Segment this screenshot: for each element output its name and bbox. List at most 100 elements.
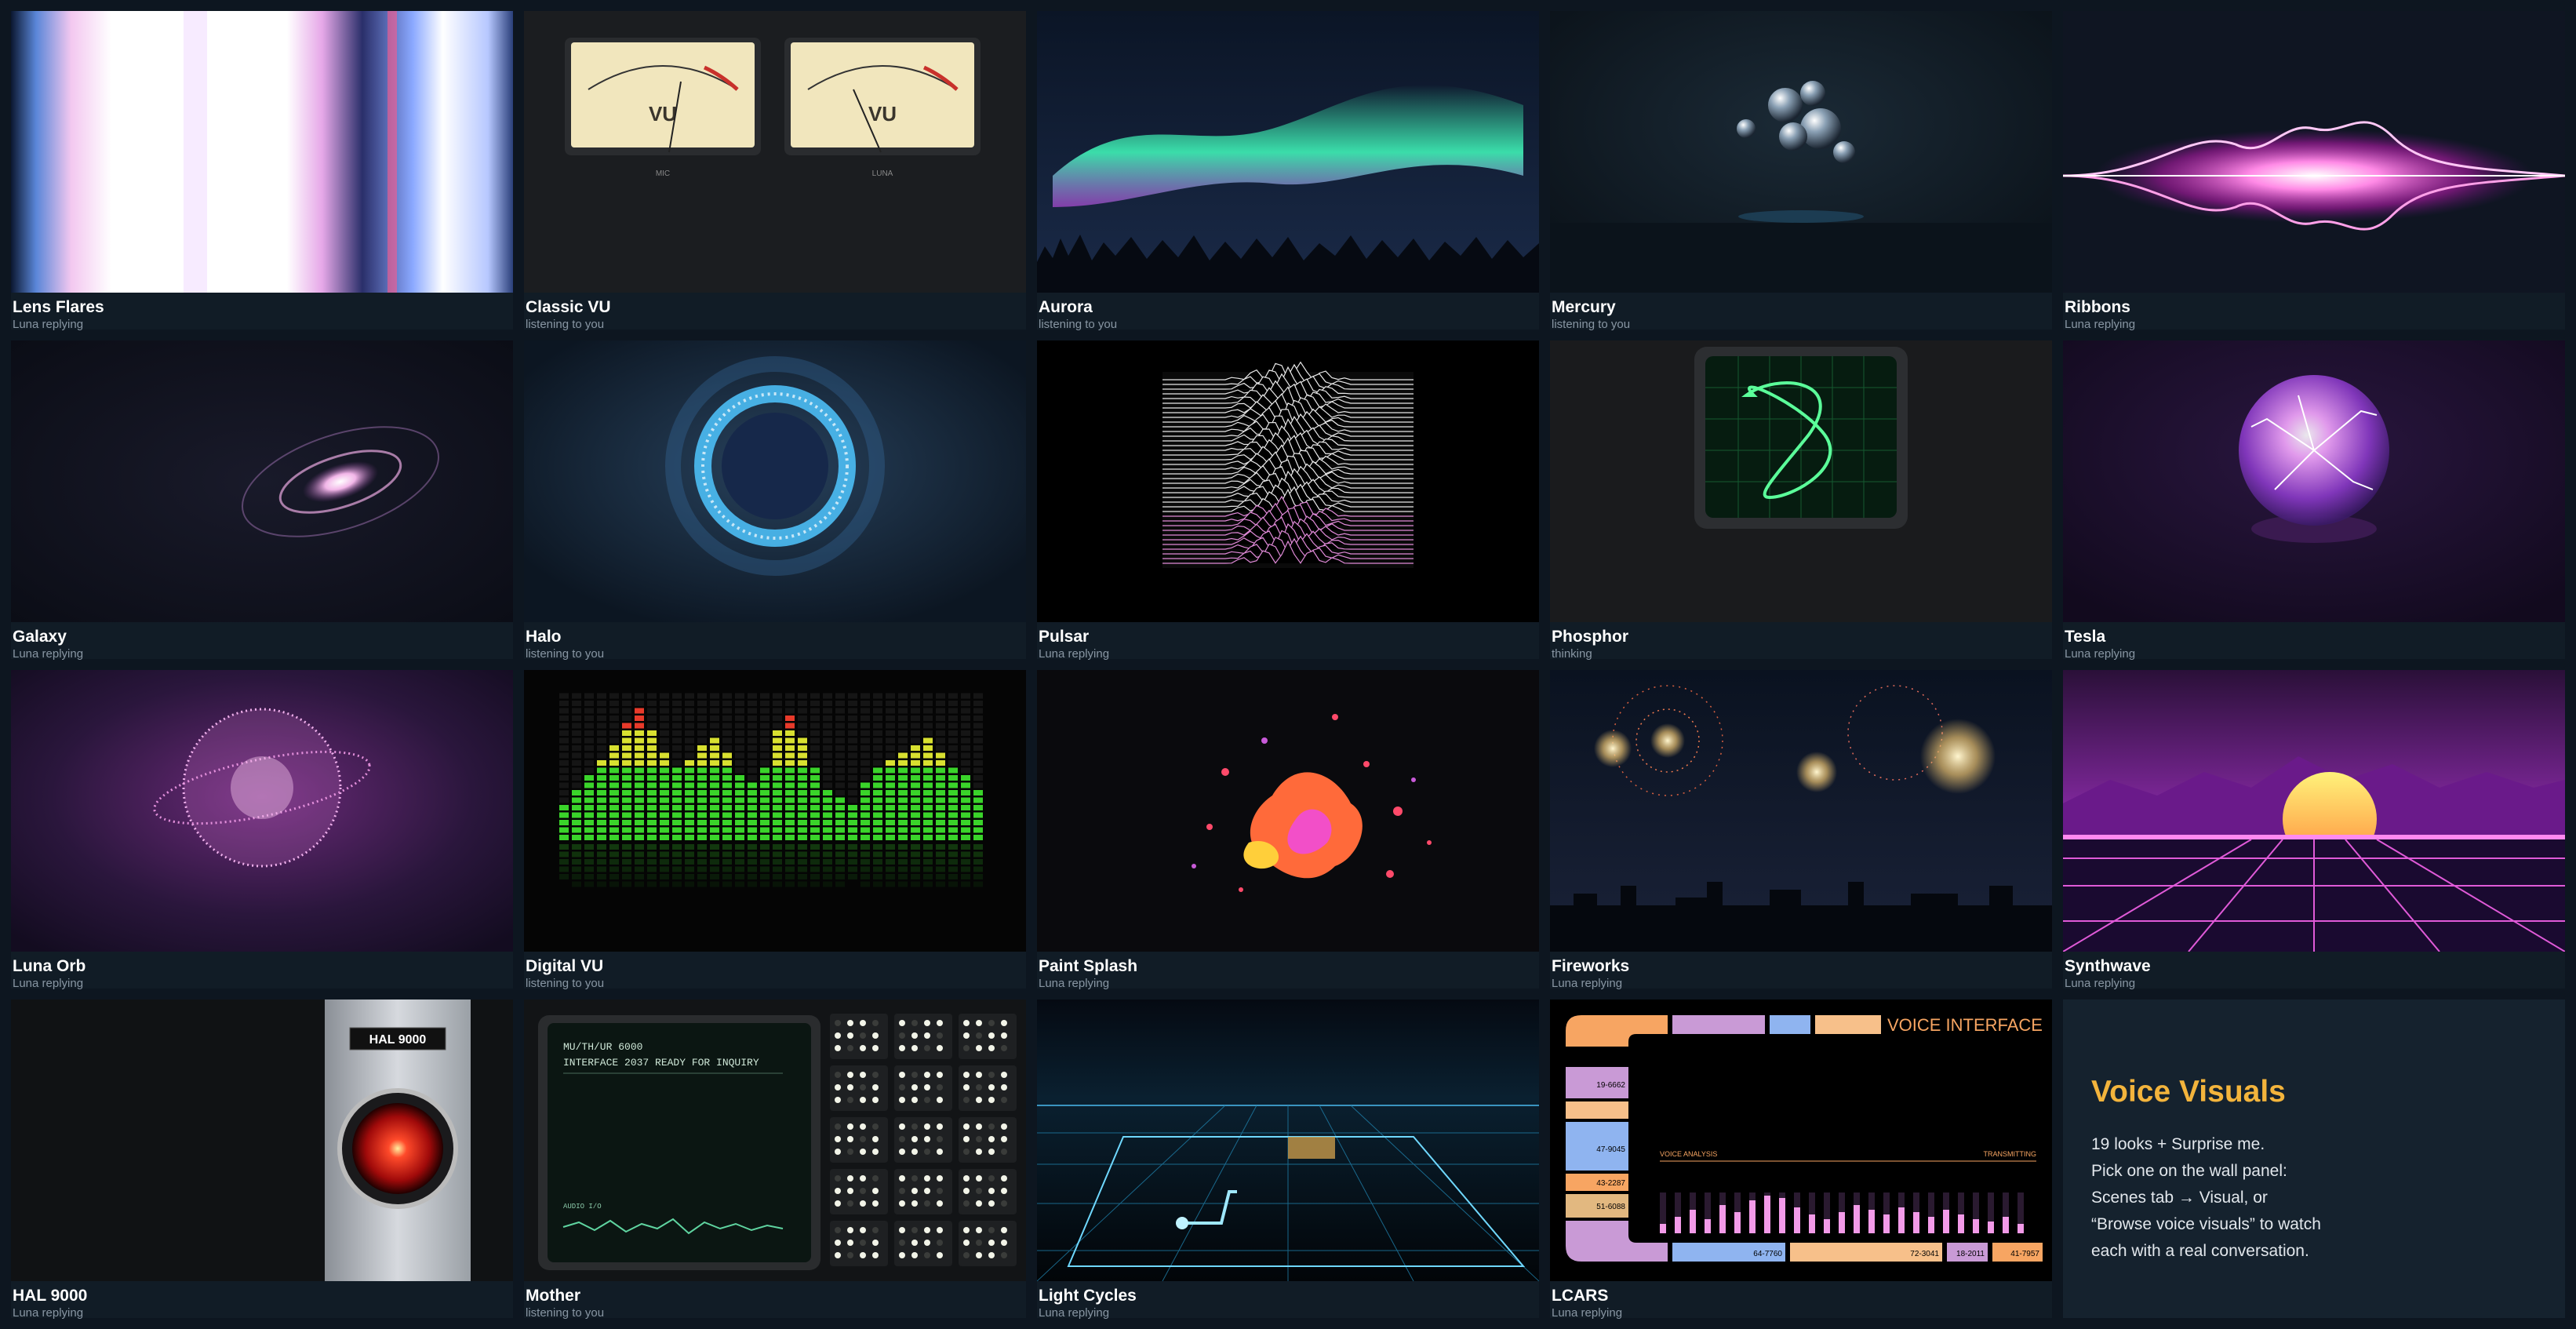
mother-preview: MU/TH/UR 6000 INTERFACE 2037 READY FOR I… <box>524 999 1026 1281</box>
galaxy-preview <box>11 340 513 622</box>
visual-name: Phosphor <box>1552 628 1628 646</box>
mother-audio-label: AUDIO I/O <box>563 1203 602 1211</box>
visual-tile-mother[interactable]: MU/TH/UR 6000 INTERFACE 2037 READY FOR I… <box>524 999 1026 1320</box>
hal-plate-text: HAL 9000 <box>369 1033 427 1047</box>
visual-status: Luna replying <box>13 647 84 661</box>
info-line: Pick one on the wall panel: <box>2091 1162 2287 1180</box>
vu-caption-luna: LUNA <box>872 169 893 178</box>
lcars-code-1: 19-6662 <box>1596 1081 1625 1090</box>
visual-tile-luna-orb[interactable]: Luna Orb Luna replying <box>11 670 513 990</box>
visual-tile-lens-flares[interactable]: Lens Flares Luna replying <box>11 11 513 331</box>
visual-status: Luna replying <box>1039 647 1110 661</box>
visual-name: Digital VU <box>526 957 604 975</box>
info-line: 19 looks + Surprise me. <box>2091 1135 2265 1153</box>
info-line: Scenes tab → Visual, or <box>2091 1189 2268 1207</box>
voice-visuals-info-panel: Voice Visuals 19 looks + Surprise me. Pi… <box>2063 999 2565 1318</box>
visual-tile-mercury[interactable]: Mercury listening to you <box>1550 11 2052 331</box>
lcars-title: VOICE INTERFACE <box>1887 1015 2043 1035</box>
visual-tile-halo[interactable]: Halo listening to you <box>524 340 1026 661</box>
visual-tile-hal-9000[interactable]: HAL 9000 HAL 9000 Luna replying <box>11 999 513 1320</box>
visual-name: Halo <box>526 628 562 646</box>
visual-tile-digital-vu[interactable]: Digital VU listening to you <box>524 670 1026 990</box>
luna-orb-preview <box>11 670 513 952</box>
info-title: Voice Visuals <box>2091 1075 2286 1109</box>
visual-tile-tesla[interactable]: Tesla Luna replying <box>2063 340 2565 661</box>
visual-status: listening to you <box>526 647 605 661</box>
visual-name: LCARS <box>1552 1287 1609 1305</box>
light-cycles-preview <box>1037 999 1539 1281</box>
phosphor-preview <box>1550 340 2052 622</box>
visual-status: listening to you <box>526 977 605 990</box>
mother-line-1: MU/TH/UR 6000 <box>563 1041 642 1053</box>
vu-caption-mic: MIC <box>656 169 670 178</box>
paint-splash-preview <box>1037 670 1539 952</box>
lcars-preview: VOICE INTERFACE 19-6662 47-9045 43-2287 … <box>1550 999 2052 1281</box>
visual-status: listening to you <box>526 1306 605 1320</box>
lcars-code-4: 51-6088 <box>1596 1203 1625 1211</box>
synthwave-preview <box>2063 670 2565 952</box>
visual-name: Mercury <box>1552 298 1616 316</box>
visual-name: Paint Splash <box>1039 957 1138 975</box>
visual-name: HAL 9000 <box>13 1287 88 1305</box>
fireworks-preview <box>1550 670 2052 952</box>
tesla-preview <box>2063 340 2565 622</box>
visual-tile-aurora[interactable]: Aurora listening to you <box>1037 11 1539 331</box>
aurora-preview <box>1037 11 1539 293</box>
vu-label-left: VU <box>649 102 677 126</box>
visual-status: Luna replying <box>2065 977 2136 990</box>
visual-tile-pulsar[interactable]: Pulsar Luna replying <box>1037 340 1539 661</box>
lcars-code-3: 43-2287 <box>1596 1179 1625 1188</box>
visual-status: Luna replying <box>2065 318 2136 331</box>
visual-name: Classic VU <box>526 298 611 316</box>
lcars-code-6: 72-3041 <box>1910 1250 1939 1258</box>
visual-status: Luna replying <box>1039 1306 1110 1320</box>
ribbons-preview <box>2063 11 2565 293</box>
visual-status: Luna replying <box>1552 977 1623 990</box>
visual-name: Lens Flares <box>13 298 104 316</box>
lcars-code-7: 18-2011 <box>1956 1250 1985 1258</box>
visual-name: Mother <box>526 1287 580 1305</box>
visual-tile-light-cycles[interactable]: Light Cycles Luna replying <box>1037 999 1539 1320</box>
halo-preview <box>524 340 1026 622</box>
visual-status: thinking <box>1552 647 1592 661</box>
visual-status: Luna replying <box>13 977 84 990</box>
voice-visuals-grid: Lens Flares Luna replying VU VU MIC LUNA… <box>11 11 2565 1320</box>
info-line: “Browse voice visuals” to watch <box>2091 1215 2321 1233</box>
visual-status: listening to you <box>1552 318 1631 331</box>
lcars-code-2: 47-9045 <box>1596 1145 1625 1154</box>
visual-name: Tesla <box>2065 628 2106 646</box>
visual-status: Luna replying <box>1039 977 1110 990</box>
pulsar-preview <box>1037 340 1539 622</box>
lcars-transmitting: TRANSMITTING <box>1984 1150 2037 1158</box>
visual-status: Luna replying <box>13 318 84 331</box>
visual-tile-lcars[interactable]: VOICE INTERFACE 19-6662 47-9045 43-2287 … <box>1550 999 2052 1320</box>
visual-tile-ribbons[interactable]: Ribbons Luna replying <box>2063 11 2565 331</box>
visual-name: Light Cycles <box>1039 1287 1137 1305</box>
digital-vu-preview <box>524 670 1026 952</box>
visual-name: Fireworks <box>1552 957 1630 975</box>
lens-flares-preview <box>11 11 513 293</box>
visual-name: Galaxy <box>13 628 67 646</box>
lcars-code-8: 41-7957 <box>2010 1250 2039 1258</box>
hal-9000-preview: HAL 9000 <box>11 999 513 1281</box>
visual-tile-synthwave[interactable]: Synthwave Luna replying <box>2063 670 2565 990</box>
lcars-voice-analysis: VOICE ANALYSIS <box>1660 1150 1717 1158</box>
visual-tile-paint-splash[interactable]: Paint Splash Luna replying <box>1037 670 1539 990</box>
visual-tile-fireworks[interactable]: Fireworks Luna replying <box>1550 670 2052 990</box>
vu-label-right: VU <box>868 102 897 126</box>
visual-status: listening to you <box>1039 318 1118 331</box>
info-line: each with a real conversation. <box>2091 1242 2309 1260</box>
visual-tile-galaxy[interactable]: Galaxy Luna replying <box>11 340 513 661</box>
visual-status: Luna replying <box>13 1306 84 1320</box>
visual-tile-phosphor[interactable]: Phosphor thinking <box>1550 340 2052 661</box>
mercury-preview <box>1550 11 2052 293</box>
visual-status: Luna replying <box>1552 1306 1623 1320</box>
classic-vu-preview: VU VU MIC LUNA <box>524 11 1026 293</box>
visual-tile-classic-vu[interactable]: VU VU MIC LUNA Classic VU listening to y… <box>524 11 1026 331</box>
visual-status: Luna replying <box>2065 647 2136 661</box>
visual-name: Pulsar <box>1039 628 1090 646</box>
visual-name: Synthwave <box>2065 957 2151 975</box>
visual-status: listening to you <box>526 318 605 331</box>
mother-line-2: INTERFACE 2037 READY FOR INQUIRY <box>563 1057 759 1069</box>
lcars-code-5: 64-7760 <box>1753 1250 1782 1258</box>
